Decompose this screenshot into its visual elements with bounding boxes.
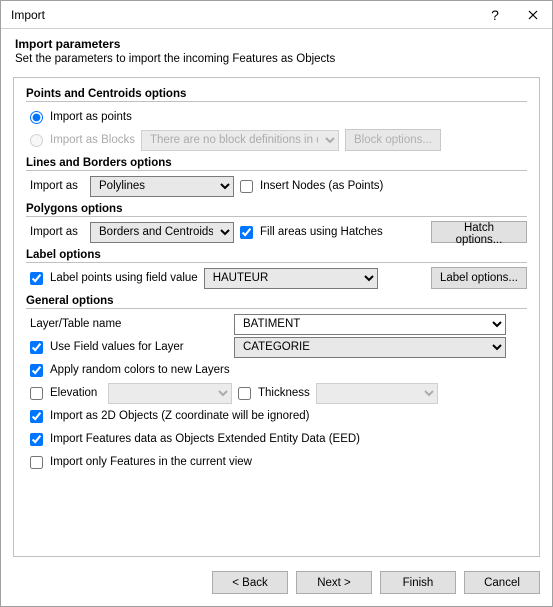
group-title: Label options: [26, 249, 527, 263]
group-title: Points and Centroids options: [26, 88, 527, 102]
elevation-checkbox[interactable]: Elevation: [30, 387, 102, 400]
layer-name-select[interactable]: BATIMENT: [234, 314, 506, 335]
group-title: General options: [26, 295, 527, 309]
header-section: Import parameters Set the parameters to …: [1, 29, 552, 71]
page-description: Set the parameters to import the incomin…: [15, 53, 538, 65]
import-eed-input[interactable]: [30, 433, 43, 446]
titlebar: Import ?: [1, 1, 552, 29]
current-view-checkbox[interactable]: Import only Features in the current view: [30, 456, 252, 469]
help-button[interactable]: ?: [476, 1, 514, 29]
use-field-layer-input[interactable]: [30, 341, 43, 354]
block-definition-select: There are no block definitions in drawin…: [141, 130, 339, 151]
thickness-input[interactable]: [238, 387, 251, 400]
import-2d-input[interactable]: [30, 410, 43, 423]
window-title: Import: [11, 8, 476, 22]
insert-nodes-checkbox[interactable]: Insert Nodes (as Points): [240, 180, 383, 193]
block-options-button: Block options...: [345, 129, 441, 151]
group-lines-borders: Lines and Borders options Import as Poly…: [26, 157, 527, 197]
field-layer-select[interactable]: CATEGORIE: [234, 337, 506, 358]
group-general: General options Layer/Table name BATIMEN…: [26, 295, 527, 473]
apply-colors-input[interactable]: [30, 364, 43, 377]
footer-buttons: < Back Next > Finish Cancel: [1, 565, 552, 606]
thickness-select: [316, 383, 438, 404]
label-options-button[interactable]: Label options...: [431, 267, 527, 289]
thickness-checkbox[interactable]: Thickness: [238, 387, 310, 400]
options-panel: Points and Centroids options Import as p…: [13, 77, 540, 557]
insert-nodes-input[interactable]: [240, 180, 253, 193]
hatch-options-button[interactable]: Hatch options...: [431, 221, 527, 243]
polygons-import-select[interactable]: Borders and Centroids: [90, 222, 234, 243]
import-2d-checkbox[interactable]: Import as 2D Objects (Z coordinate will …: [30, 410, 310, 423]
group-points-centroids: Points and Centroids options Import as p…: [26, 88, 527, 151]
back-button[interactable]: < Back: [212, 571, 288, 594]
group-polygons: Polygons options Import as Borders and C…: [26, 203, 527, 243]
fill-hatches-checkbox[interactable]: Fill areas using Hatches: [240, 226, 383, 239]
elevation-select: [108, 383, 232, 404]
group-title: Polygons options: [26, 203, 527, 217]
label-field-select[interactable]: HAUTEUR: [204, 268, 378, 289]
close-icon: [528, 10, 538, 20]
layer-name-label: Layer/Table name: [30, 318, 228, 330]
radio-points-input[interactable]: [30, 111, 43, 124]
group-title: Lines and Borders options: [26, 157, 527, 171]
use-field-layer-checkbox[interactable]: Use Field values for Layer: [30, 341, 228, 354]
label-using-field-checkbox[interactable]: Label points using field value: [30, 272, 198, 285]
close-button[interactable]: [514, 1, 552, 29]
lines-import-select[interactable]: Polylines: [90, 176, 234, 197]
import-eed-checkbox[interactable]: Import Features data as Objects Extended…: [30, 433, 360, 446]
import-as-label: Import as: [30, 226, 84, 238]
import-as-label: Import as: [30, 180, 84, 192]
finish-button[interactable]: Finish: [380, 571, 456, 594]
next-button[interactable]: Next >: [296, 571, 372, 594]
apply-colors-checkbox[interactable]: Apply random colors to new Layers: [30, 364, 230, 377]
radio-import-as-points[interactable]: Import as points: [30, 111, 132, 124]
import-dialog: Import ? Import parameters Set the param…: [0, 0, 553, 607]
fill-hatches-input[interactable]: [240, 226, 253, 239]
radio-import-as-blocks: Import as Blocks: [30, 134, 135, 147]
cancel-button[interactable]: Cancel: [464, 571, 540, 594]
current-view-input[interactable]: [30, 456, 43, 469]
label-using-field-input[interactable]: [30, 272, 43, 285]
group-label: Label options Label points using field v…: [26, 249, 527, 289]
radio-blocks-input: [30, 134, 43, 147]
elevation-input[interactable]: [30, 387, 43, 400]
page-subtitle: Import parameters: [15, 37, 538, 51]
